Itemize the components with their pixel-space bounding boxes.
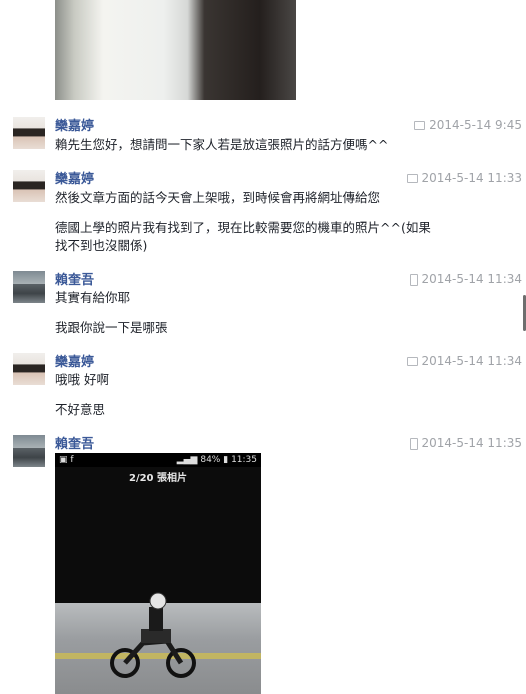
avatar[interactable] [13,170,45,202]
message-text: 不好意思 [55,402,106,417]
mobile-icon [409,273,418,286]
avatar[interactable] [13,271,45,303]
message-text: 然後文章方面的話今天會上架哦，到時候會再將網址傳給您 [55,190,381,205]
message-text: 找不到也沒關係) [55,238,148,253]
chat-icon [414,121,426,130]
shared-photo-group[interactable] [55,0,296,100]
chat-icon [406,174,418,183]
timestamp: 2014-5-14 11:33 [406,171,522,185]
mobile-icon [409,437,418,450]
sender-name[interactable]: 欒嘉婷 [55,115,94,134]
avatar[interactable] [13,117,45,149]
sender-name[interactable]: 欒嘉婷 [55,351,94,370]
avatar[interactable] [13,353,45,385]
chat-icon [406,357,418,366]
timestamp: 2014-5-14 11:35 [409,436,522,450]
motorcycle-photo [55,592,261,678]
message-text: 其實有給你耶 [55,290,131,305]
timestamp: 2014-5-14 11:34 [409,272,522,286]
message-text: 賴先生您好，想請問一下家人若是放這張照片的話方便嗎^^ [55,137,389,152]
timestamp: 2014-5-14 9:45 [414,118,522,132]
message-text: 哦哦 好啊 [55,372,109,387]
sender-name[interactable]: 欒嘉婷 [55,168,94,187]
sender-name[interactable]: 賴奎吾 [55,433,94,452]
timestamp: 2014-5-14 11:34 [406,354,522,368]
avatar[interactable] [13,435,45,467]
message-text: 我跟你說一下是哪張 [55,320,168,335]
photo-attachment[interactable]: ▣ f ▂▄▆ 84% ▮ 11:35 2/20 張相片 [55,453,261,694]
sender-name[interactable]: 賴奎吾 [55,269,94,288]
message-text: 德國上學的照片我有找到了，現在比較需要您的機車的照片^^(如果 [55,220,431,235]
